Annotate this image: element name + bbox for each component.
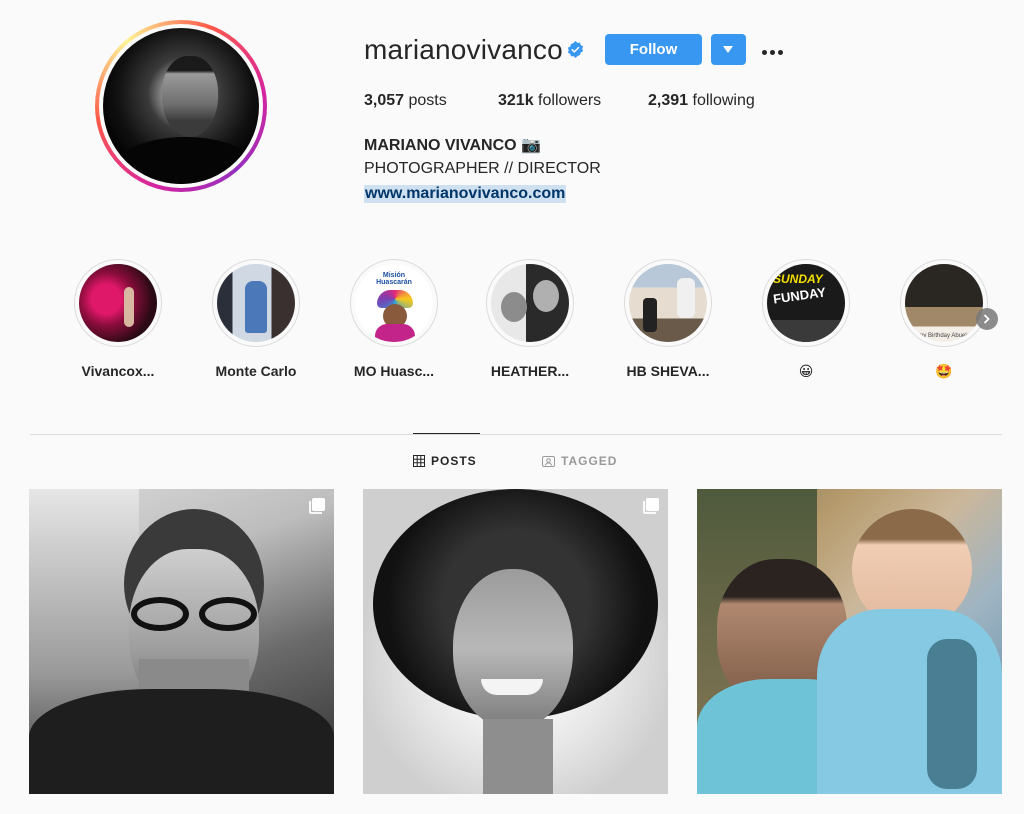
suggested-accounts-dropdown-button[interactable] — [711, 34, 746, 65]
highlight-cover: SUNDAY FUNDAY — [767, 264, 845, 342]
highlight-label: HEATHER... — [490, 363, 570, 379]
posts-count-stat: 3,057 posts — [364, 92, 447, 109]
tab-tagged[interactable]: TAGGED — [542, 454, 617, 468]
tabs-divider — [30, 434, 1002, 435]
highlight-cover-text: FUNDAY — [772, 284, 827, 307]
follow-button[interactable]: Follow — [605, 34, 702, 65]
highlight-cover — [491, 264, 569, 342]
active-tab-indicator — [413, 433, 480, 434]
highlight-cover-text: Misión — [382, 272, 406, 279]
more-options-icon-dot — [761, 49, 767, 55]
tagged-person-icon — [542, 456, 555, 467]
bio-full-name: MARIANO VIVANCO 📷 — [364, 137, 541, 154]
highlight-item[interactable]: HEATHER... — [475, 259, 585, 379]
highlight-label: Vivancox... — [81, 363, 155, 379]
highlight-item[interactable]: Misión Huascarán MO Huasc... — [339, 259, 449, 379]
chevron-down-icon — [723, 46, 733, 53]
post-thumbnail[interactable] — [697, 489, 1002, 794]
multiple-posts-icon — [643, 498, 659, 514]
tab-tagged-label: TAGGED — [561, 454, 618, 468]
highlight-cover — [79, 264, 157, 342]
profile-username: marianovivanco — [364, 34, 563, 65]
post-thumbnail[interactable] — [29, 489, 334, 794]
followers-count-link[interactable]: 321k followers — [498, 92, 601, 110]
highlight-cover — [217, 264, 295, 342]
multiple-posts-icon — [309, 498, 325, 514]
tab-posts[interactable]: POSTS — [413, 454, 477, 468]
highlight-cover — [629, 264, 707, 342]
bio-website-link[interactable]: www.marianovivanco.com — [364, 185, 567, 203]
highlight-item[interactable]: HB SHEVA... — [613, 259, 723, 379]
post-thumbnail[interactable] — [363, 489, 668, 794]
highlight-cover-text: Huascarán — [376, 279, 412, 286]
highlight-item[interactable]: Monte Carlo — [201, 259, 311, 379]
bio-description: PHOTOGRAPHER // DIRECTOR — [364, 160, 601, 177]
highlight-label: HB SHEVA... — [626, 363, 710, 379]
more-options-button[interactable] — [758, 40, 786, 60]
tab-posts-label: POSTS — [431, 454, 477, 468]
following-count-link[interactable]: 2,391 following — [648, 92, 755, 110]
profile-avatar — [103, 28, 259, 184]
profile-avatar-story-ring[interactable] — [95, 20, 267, 192]
highlight-cover-text: SUNDAY — [773, 272, 823, 286]
chevron-right-icon — [983, 314, 990, 324]
highlights-next-button[interactable] — [976, 308, 998, 330]
verified-badge-icon — [567, 40, 584, 59]
highlight-label: 🤩 — [935, 363, 953, 379]
highlight-cover: Happy Birthday Abuela — [905, 264, 983, 342]
highlight-label: Monte Carlo — [215, 363, 297, 379]
highlight-cover-text: Happy Birthday Abuela — [909, 333, 971, 339]
highlight-label: MO Huasc... — [353, 363, 435, 379]
highlight-cover: Misión Huascarán — [355, 264, 433, 342]
grid-icon — [413, 455, 425, 467]
highlight-item[interactable]: Vivancox... — [63, 259, 173, 379]
highlight-item[interactable]: SUNDAY FUNDAY 😀 — [751, 259, 861, 380]
highlight-label: 😀 — [798, 363, 814, 379]
